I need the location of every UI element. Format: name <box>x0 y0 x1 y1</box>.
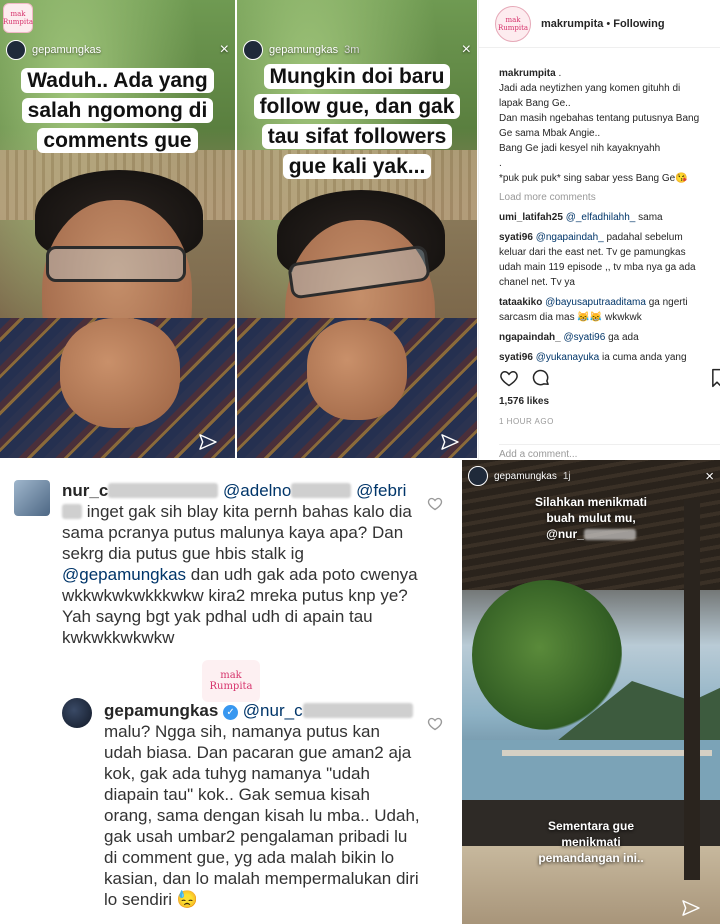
post-actions <box>499 368 551 388</box>
close-icon[interactable]: × <box>462 42 471 58</box>
avatar[interactable] <box>14 480 50 516</box>
redacted-text <box>291 483 352 498</box>
story-caption: Waduh.. Ada yang salah ngomong di commen… <box>10 66 225 156</box>
person-hand <box>307 320 407 420</box>
comment-thread-screenshot: nur_c @adelno @febri inget gak sih blay … <box>0 460 462 924</box>
comment-username[interactable]: syati96 <box>499 232 533 243</box>
redacted-text <box>62 504 82 519</box>
caption-line: Jadi ada neytizhen yang komen gituhh di … <box>499 83 681 109</box>
person-glasses <box>46 246 186 282</box>
send-icon[interactable] <box>199 434 217 450</box>
likes-count[interactable]: 1,576 likes <box>499 396 549 407</box>
caption-line: Bang Ge jadi kesyel nih kayaknyahh <box>499 143 661 154</box>
pier <box>502 750 712 756</box>
add-comment-input[interactable]: Add a comment... <box>499 444 720 460</box>
send-icon[interactable] <box>682 900 700 916</box>
sea <box>462 740 720 800</box>
story-username[interactable]: gepamungkas <box>32 44 101 56</box>
comment-icon[interactable] <box>531 368 551 388</box>
reply-username[interactable]: gepamungkas <box>104 701 218 720</box>
avatar[interactable] <box>62 698 92 728</box>
comment-mention[interactable]: @gepamungkas <box>62 565 186 584</box>
comment-mention[interactable]: @adelno <box>223 481 291 500</box>
instagram-post: mak Rumpita makrumpita • Following makrumpi… <box>478 0 720 460</box>
person-hand <box>60 318 180 428</box>
comment-text: sama <box>635 212 663 223</box>
redacted-text <box>583 529 636 540</box>
comment-username[interactable]: ngapaindah_ <box>499 332 561 343</box>
story-header: gepamungkas 1j × <box>468 466 714 486</box>
comment-mention[interactable]: @bayusaputraaditama <box>545 297 646 308</box>
story-username[interactable]: gepamungkas <box>494 471 557 482</box>
avatar[interactable] <box>6 40 26 60</box>
story-panel-left: mak Rumpita gepamungkas × Waduh.. Ada yan… <box>0 0 235 458</box>
verified-icon: ✓ <box>223 705 239 720</box>
reply-body: gepamungkas ✓ @nur_c malu? Ngga sih, nam… <box>104 700 422 910</box>
avatar[interactable] <box>243 40 263 60</box>
comment-body: nur_c @adelno @febri inget gak sih blay … <box>62 480 422 648</box>
post-timestamp: 1 HOUR AGO <box>499 417 554 426</box>
caption-username[interactable]: makrumpita <box>499 68 556 79</box>
caption-line: . <box>499 158 502 169</box>
redacted-text <box>302 703 413 718</box>
send-icon[interactable] <box>441 434 459 450</box>
comment: syati96 @yukanayuka ia cuma anda yang <box>499 350 706 365</box>
heart-outline-icon[interactable] <box>427 716 443 731</box>
story-header: gepamungkas × <box>6 40 229 60</box>
comment-username[interactable]: umi_latifah25 <box>499 212 563 223</box>
makrumpita-logo: mak Rumpita <box>3 3 33 33</box>
load-more-comments[interactable]: Load more comments <box>499 190 706 205</box>
comment-mention[interactable]: @_elfadhilahh_ <box>566 212 636 223</box>
comment: ngapaindah_ @syati96 ga ada <box>499 330 706 345</box>
story-caption-top: Silahkan menikmati buah mulut mu, @nur_ <box>534 495 648 541</box>
comment-mention[interactable]: @ngapaindah_ <box>536 232 604 243</box>
story-panel-bottom-right: gepamungkas 1j × Silahkan menikmati buah… <box>462 460 720 924</box>
close-icon[interactable]: × <box>705 469 714 484</box>
comment-mention[interactable]: @nur_c <box>243 701 303 720</box>
comment-mention[interactable]: @syati96 <box>563 332 605 343</box>
makrumpita-watermark: mak Rumpita <box>202 660 260 702</box>
comment-mention[interactable]: @febri <box>356 481 406 500</box>
post-username[interactable]: makrumpita <box>541 18 603 30</box>
post-header: mak Rumpita makrumpita • Following <box>479 0 720 48</box>
avatar[interactable]: mak Rumpita <box>495 5 531 42</box>
comment-text: ga ada <box>605 332 639 343</box>
comment-username[interactable]: tataakiko <box>499 297 542 308</box>
comment-mention[interactable]: @yukanayuka <box>536 352 600 363</box>
close-icon[interactable]: × <box>220 42 229 58</box>
caption-line: Dan masih ngebahas tentang putusnya Bang… <box>499 113 700 139</box>
comment: tataakiko @bayusaputraaditama ga ngerti … <box>499 295 706 325</box>
heart-outline-icon[interactable] <box>427 496 443 511</box>
comment-username[interactable]: nur_c <box>62 481 108 500</box>
post-header-text: makrumpita • Following <box>541 17 665 30</box>
story-time: 1j <box>562 470 571 482</box>
story-caption: Mungkin doi baru follow gue, dan gak tau… <box>247 62 467 182</box>
comment-text: ia cuma anda yang <box>599 352 687 363</box>
story-panel-middle: gepamungkas 3m × Mungkin doi baru follow… <box>237 0 477 458</box>
comment-username[interactable]: syati96 <box>499 352 533 363</box>
comment: umi_latifah25 @_elfadhilahh_ sama <box>499 210 706 225</box>
story-header: gepamungkas 3m × <box>243 40 471 60</box>
story-caption-bottom: Sementara gue menikmati pemandangan ini.… <box>538 819 644 865</box>
heart-icon[interactable] <box>499 368 519 388</box>
caption-mention[interactable]: @nur_ <box>546 527 584 541</box>
story-time: 3m <box>344 44 360 56</box>
comment-text: inget gak sih blay kita pernh bahas kalo… <box>62 502 412 563</box>
following-button[interactable]: Following <box>613 18 664 30</box>
post-caption: makrumpita . Jadi ada neytizhen yang kom… <box>479 48 720 365</box>
story-username[interactable]: gepamungkas <box>269 44 338 56</box>
bookmark-icon[interactable] <box>712 368 720 388</box>
redacted-text <box>108 483 219 498</box>
comment: syati96 @ngapaindah_ padahal sebelum kel… <box>499 230 706 290</box>
reply-text: malu? Ngga sih, namanya putus kan udah b… <box>104 722 420 909</box>
avatar[interactable] <box>468 466 488 486</box>
caption-line: *puk puk puk* sing sabar yess Bang Ge😘 <box>499 173 688 184</box>
